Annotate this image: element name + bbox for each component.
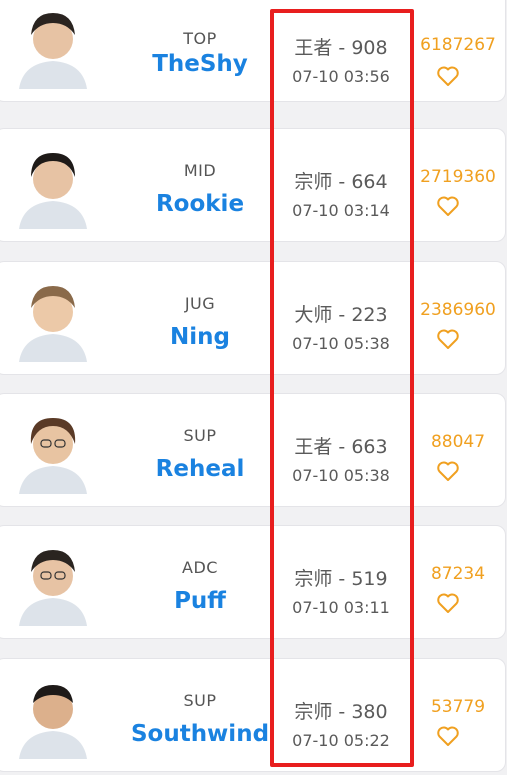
position-label: TOP — [183, 29, 217, 48]
timestamp: 07-10 05:22 — [292, 731, 390, 750]
rank-text: 宗师 - 519 — [294, 568, 388, 590]
player-name[interactable]: Puff — [115, 588, 285, 614]
score-count: 88047 — [430, 432, 486, 452]
heart-icon[interactable] — [436, 328, 460, 350]
player-name[interactable]: Ning — [115, 324, 285, 350]
player-card[interactable]: TOP TheShy 王者 - 908 07-10 03:56 6187267 — [0, 0, 506, 102]
player-name[interactable]: TheShy — [115, 51, 285, 77]
score-count: 2719360 — [420, 167, 496, 187]
position-label: SUP — [183, 691, 217, 710]
rank-text: 王者 - 908 — [294, 37, 388, 59]
rank-text: 宗师 - 664 — [294, 171, 388, 193]
avatar — [11, 5, 95, 89]
score-count: 53779 — [430, 697, 486, 717]
timestamp: 07-10 03:11 — [292, 598, 390, 617]
score-count: 87234 — [430, 564, 486, 584]
avatar — [11, 278, 95, 362]
player-card[interactable]: SUP Southwind 宗师 - 380 07-10 05:22 53779 — [0, 658, 506, 772]
player-name[interactable]: Southwind — [115, 721, 285, 747]
heart-icon[interactable] — [436, 460, 460, 482]
position-label: MID — [183, 161, 217, 180]
avatar — [11, 542, 95, 626]
score-count: 2386960 — [420, 300, 496, 320]
heart-icon[interactable] — [436, 65, 460, 87]
timestamp: 07-10 05:38 — [292, 334, 390, 353]
player-card[interactable]: MID Rookie 宗师 - 664 07-10 03:14 2719360 — [0, 128, 506, 242]
highlight-box — [270, 9, 414, 767]
player-card[interactable]: SUP Reheal 王者 - 663 07-10 05:38 88047 — [0, 393, 506, 507]
heart-icon[interactable] — [436, 592, 460, 614]
avatar — [11, 675, 95, 759]
position-label: SUP — [183, 426, 217, 445]
player-card[interactable]: JUG Ning 大师 - 223 07-10 05:38 2386960 — [0, 261, 506, 375]
timestamp: 07-10 03:56 — [292, 67, 390, 86]
position-label: JUG — [184, 294, 216, 313]
avatar — [11, 410, 95, 494]
timestamp: 07-10 03:14 — [292, 201, 390, 220]
heart-icon[interactable] — [436, 725, 460, 747]
timestamp: 07-10 05:38 — [292, 466, 390, 485]
rank-text: 王者 - 663 — [294, 436, 388, 458]
player-card[interactable]: ADC Puff 宗师 - 519 07-10 03:11 87234 — [0, 525, 506, 639]
score-count: 6187267 — [420, 35, 496, 55]
avatar — [11, 145, 95, 229]
player-name[interactable]: Reheal — [115, 456, 285, 482]
position-label: ADC — [182, 558, 218, 577]
heart-icon[interactable] — [436, 195, 460, 217]
rank-text: 宗师 - 380 — [294, 701, 388, 723]
rank-text: 大师 - 223 — [294, 304, 388, 326]
player-name[interactable]: Rookie — [115, 191, 285, 217]
